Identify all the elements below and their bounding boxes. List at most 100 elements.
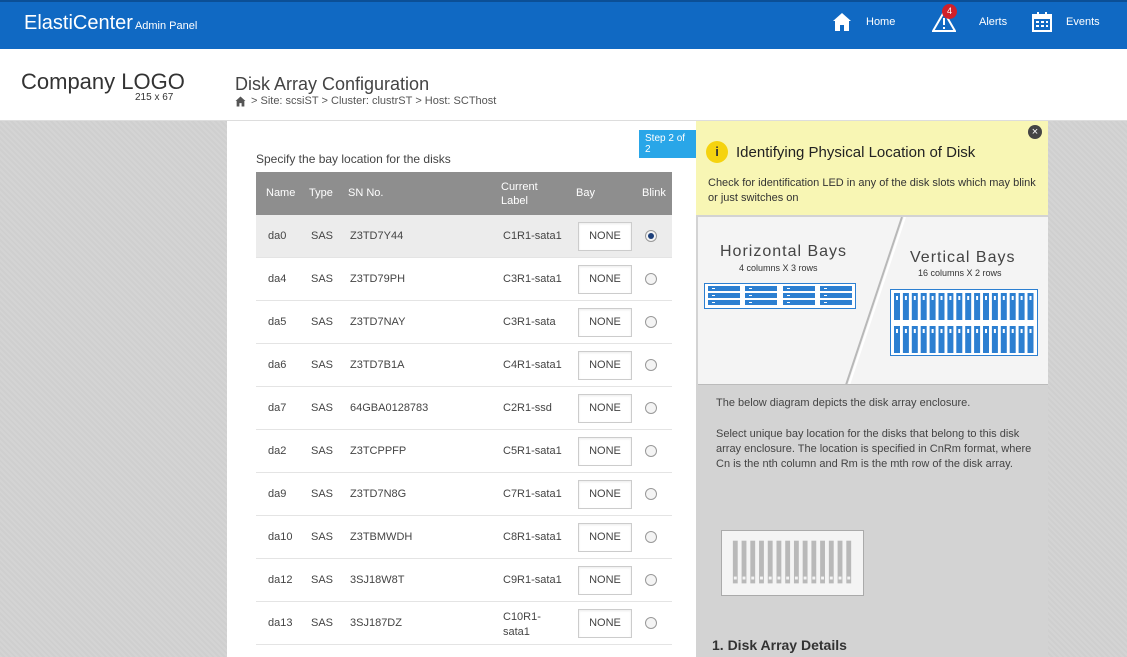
enclosure-diagram <box>721 530 864 596</box>
disk-current-label-line1: C2R1-ssd <box>503 402 552 414</box>
bay-input[interactable]: NONE <box>578 351 632 380</box>
bay-input[interactable]: NONE <box>578 308 632 337</box>
blink-radio[interactable] <box>645 617 657 629</box>
enclosure-slot-led <box>777 576 781 580</box>
disk-type: SAS <box>311 445 334 457</box>
brand-name: ElastiCenter <box>24 12 133 34</box>
bay-input[interactable]: NONE <box>578 222 632 251</box>
disk-current-label: C9R1-sata1 <box>503 574 562 586</box>
bay-input[interactable]: NONE <box>578 437 632 466</box>
bay-input[interactable]: NONE <box>578 480 632 509</box>
table-row: da9 SAS Z3TD7N8G C7R1-sata1 NONE <box>256 473 672 516</box>
disk-serial: Z3TD7B1A <box>350 359 405 371</box>
breadcrumb-site[interactable]: > Site: scsiST <box>251 95 319 107</box>
disk-current-label: C8R1-sata1 <box>503 531 562 543</box>
vertical-bay-led <box>985 296 987 300</box>
bay-input[interactable]: NONE <box>578 523 632 552</box>
table-body: da0 SAS Z3TD7Y44 C1R1-sata1 NONE da4 SAS Z3TD79… <box>256 215 672 645</box>
home-icon[interactable] <box>235 96 246 107</box>
enclosure-slot-led <box>821 576 825 580</box>
vertical-bay-led <box>967 329 970 333</box>
enclosure-slot-led <box>829 576 833 580</box>
disk-name: da10 <box>268 531 293 543</box>
disk-serial: 3SJ18W8T <box>350 574 405 586</box>
col-current-label-line2: Label <box>501 195 528 207</box>
vertical-bay-led <box>949 296 952 300</box>
blink-radio[interactable] <box>645 359 657 371</box>
table-row: da0 SAS Z3TD7Y44 C1R1-sata1 NONE <box>256 215 672 258</box>
disk-serial: Z3TD79PH <box>350 273 406 285</box>
background-pattern-left <box>0 121 227 657</box>
bay-input[interactable]: NONE <box>578 394 632 423</box>
step-badge: Step 2 of 2 <box>639 130 696 158</box>
vertical-bay-led <box>1029 296 1032 300</box>
enclosure-slot-led <box>742 576 746 580</box>
vertical-bays-icon <box>890 289 1038 356</box>
vertical-bay-led <box>922 329 925 333</box>
bay-input[interactable]: NONE <box>578 265 632 294</box>
nav-events[interactable]: Events <box>1032 8 1100 36</box>
brand[interactable]: ElastiCenter Admin Panel <box>24 12 197 35</box>
bay-format-description: Select unique bay location for the disks… <box>716 428 1032 470</box>
disk-serial: Z3TD7N8G <box>350 488 407 500</box>
table-row: da2 SAS Z3TCPPFP C5R1-sata1 NONE <box>256 430 672 473</box>
col-sn: SN No. <box>348 187 384 199</box>
bay-input[interactable]: NONE <box>578 566 632 595</box>
alerts-count-badge: 4 <box>942 3 957 19</box>
nav-alerts-label: Alerts <box>979 16 1008 28</box>
disk-serial: Z3TD7Y44 <box>350 230 404 242</box>
nav-alerts[interactable]: 4 Alerts <box>931 3 1008 36</box>
vertical-bay-led <box>931 329 934 333</box>
vertical-bay-led <box>993 329 996 333</box>
enclosure-slot-led <box>733 576 737 580</box>
vertical-bay-led <box>904 296 907 300</box>
col-current-label: Current Label <box>501 180 538 208</box>
disk-current-label: C4R1-sata1 <box>503 359 562 371</box>
table-header: Name Type SN No. Current Label Bay Blink <box>256 172 672 215</box>
blink-radio[interactable] <box>645 574 657 586</box>
vertical-bay-led <box>1029 329 1032 333</box>
blink-radio[interactable] <box>645 316 657 328</box>
disk-current-label: C7R1-sata1 <box>503 488 562 500</box>
blink-radio[interactable] <box>645 402 657 414</box>
disk-type: SAS <box>311 273 334 285</box>
table-row: da13 SAS 3SJ187DZ C10R1- sata1 NONE <box>256 602 672 645</box>
disk-name: da9 <box>268 488 287 500</box>
home-icon <box>833 13 851 31</box>
enclosure-slot-led <box>760 576 763 580</box>
col-bay: Bay <box>576 187 595 199</box>
blink-radio[interactable] <box>645 230 657 242</box>
blink-radio[interactable] <box>645 445 657 457</box>
nav-events-label: Events <box>1066 16 1100 28</box>
blink-radio[interactable] <box>645 488 657 500</box>
close-icon[interactable]: × <box>1028 125 1042 139</box>
disk-type: SAS <box>311 359 334 371</box>
blink-radio[interactable] <box>645 273 657 285</box>
disk-current-label-line1: C4R1-sata1 <box>503 359 562 371</box>
breadcrumb-cluster[interactable]: > Cluster: clustrST <box>322 95 413 107</box>
vertical-bay-led <box>904 329 907 333</box>
disk-type: SAS <box>311 531 334 543</box>
disk-name: da7 <box>268 402 287 414</box>
enclosure-slot-led <box>751 576 755 580</box>
bay-input[interactable]: NONE <box>578 609 632 638</box>
info-icon: i <box>706 141 728 163</box>
blink-radio[interactable] <box>645 531 657 543</box>
disk-current-label-line1: C8R1-sata1 <box>503 531 562 543</box>
table-row: da6 SAS Z3TD7B1A C4R1-sata1 NONE <box>256 344 672 387</box>
col-current-label-line1: Current <box>501 181 538 193</box>
calendar-icon <box>1032 12 1052 32</box>
disk-type: SAS <box>311 574 334 586</box>
nav-home[interactable]: Home <box>832 8 895 36</box>
breadcrumb-host[interactable]: > Host: SCThost <box>415 95 496 107</box>
table-row: da7 SAS 64GBA0128783 C2R1-ssd NONE <box>256 387 672 430</box>
disk-serial: Z3TBMWDH <box>350 531 413 543</box>
vertical-bay-led <box>993 296 996 300</box>
vertical-bay-led <box>976 329 979 333</box>
enclosure-slot-led <box>794 576 798 580</box>
logo-size: 215 x 67 <box>135 92 174 103</box>
disk-type: SAS <box>311 617 334 629</box>
alerts-icon-wrap: 4 <box>931 3 970 35</box>
disk-current-label-line2: sata1 <box>503 626 530 638</box>
vertical-bay-led <box>1002 296 1005 300</box>
